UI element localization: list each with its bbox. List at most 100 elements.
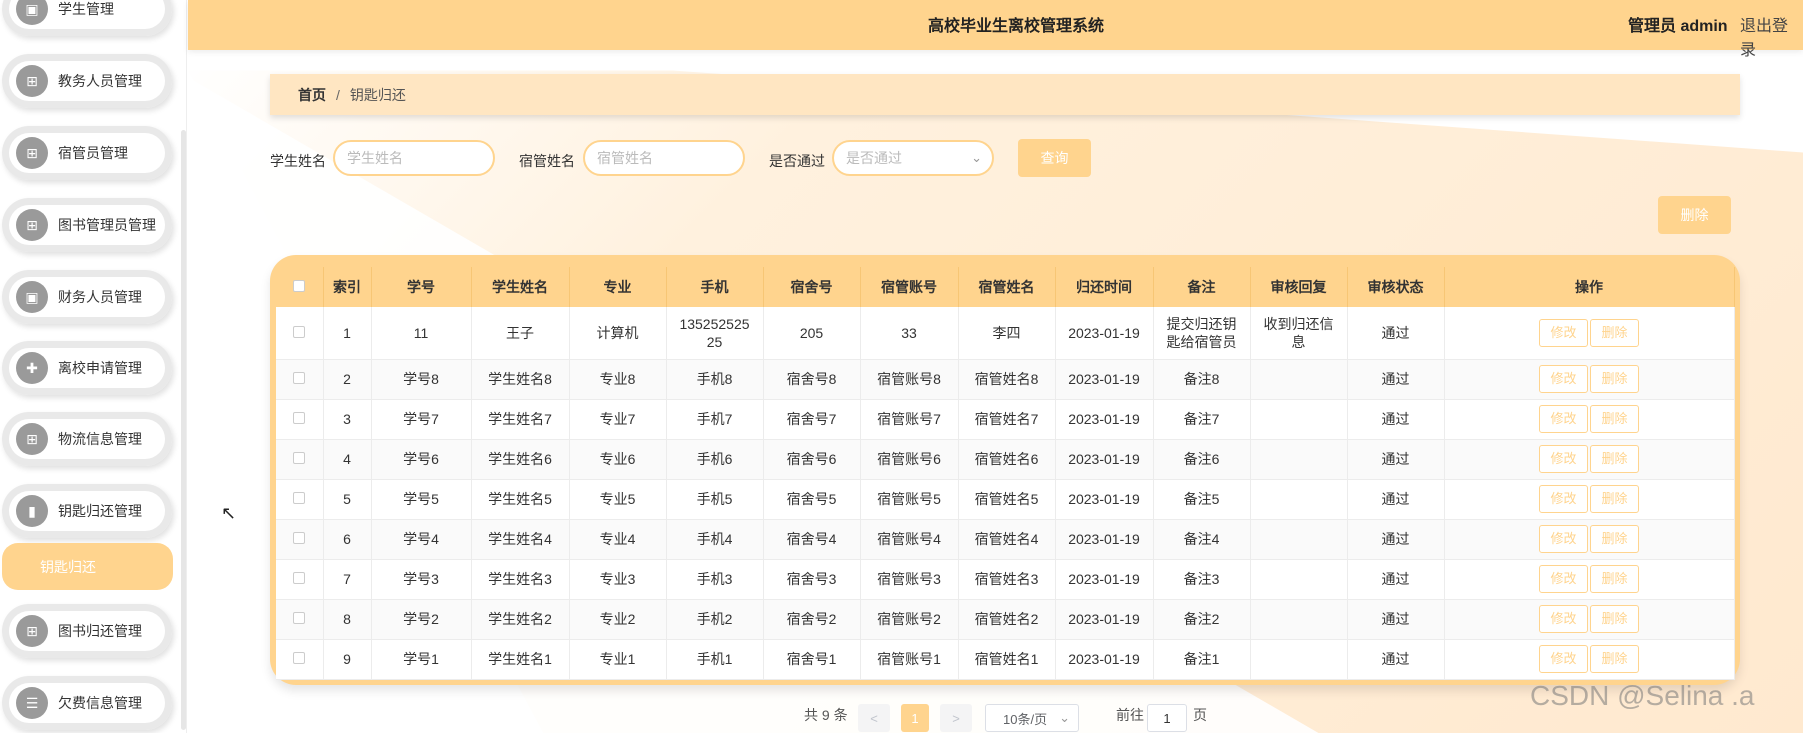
prev-page-button[interactable]: < bbox=[858, 704, 890, 732]
sidebar-item[interactable]: ⊞ 宿管员管理 bbox=[2, 126, 172, 180]
sidebar-item[interactable]: ✚ 离校申请管理 bbox=[2, 341, 172, 395]
row-checkbox[interactable] bbox=[293, 532, 306, 544]
student-name-label: 学生姓名 bbox=[270, 153, 326, 169]
table-cell: 宿管账号3 bbox=[860, 559, 959, 600]
sidebar-item[interactable]: ⊞ 教务人员管理 bbox=[2, 54, 172, 108]
delete-button[interactable]: 删除 bbox=[1590, 365, 1639, 393]
sidebar-item[interactable]: ⊞ 图书管理员管理 bbox=[2, 198, 172, 252]
delete-button[interactable]: 删除 bbox=[1590, 318, 1639, 347]
delete-button[interactable]: 删除 bbox=[1590, 645, 1639, 673]
sidebar-subitem-key-return[interactable]: 钥匙归还 bbox=[2, 543, 173, 590]
pass-status-input[interactable] bbox=[846, 150, 992, 166]
table-cell: 2023-01-19 bbox=[1055, 559, 1154, 600]
row-checkbox[interactable] bbox=[293, 325, 306, 338]
delete-button[interactable]: 删除 bbox=[1590, 525, 1639, 553]
table-cell: 提交归还钥 匙给宿管员 bbox=[1153, 307, 1251, 360]
column-header: 宿管账号 bbox=[860, 267, 959, 307]
table-cell: 2023-01-19 bbox=[1055, 439, 1154, 480]
table-cell: 通过 bbox=[1347, 559, 1445, 600]
edit-button[interactable]: 修改 bbox=[1539, 525, 1588, 553]
column-header: 专业 bbox=[569, 267, 667, 307]
select-all-header bbox=[276, 267, 324, 307]
breadcrumb: 首页 / 钥匙归还 bbox=[270, 74, 1740, 115]
table-cell: 宿舍号5 bbox=[763, 479, 861, 520]
page-1-button[interactable]: 1 bbox=[901, 704, 929, 732]
mouse-cursor-icon: ↖ bbox=[221, 503, 237, 523]
sidebar-item[interactable]: ⊞ 图书归还管理 bbox=[2, 604, 172, 658]
table-cell: 手机1 bbox=[666, 639, 764, 680]
sidebar-item-label: 图书归还管理 bbox=[58, 623, 142, 639]
table-cell: 专业3 bbox=[569, 559, 667, 600]
table-cell: 学生姓名7 bbox=[471, 399, 570, 440]
edit-button[interactable]: 修改 bbox=[1539, 405, 1588, 433]
table-cell: 宿舍号8 bbox=[763, 359, 861, 400]
delete-button[interactable]: 删除 bbox=[1590, 605, 1639, 633]
edit-button[interactable]: 修改 bbox=[1539, 365, 1588, 393]
sidebar-item[interactable]: ☰ 欠费信息管理 bbox=[2, 676, 172, 730]
sidebar-item[interactable]: ▣ 财务人员管理 bbox=[2, 270, 172, 324]
table-cell: 135252525 25 bbox=[666, 307, 764, 360]
logout-link[interactable]: 退出登录 bbox=[1740, 12, 1803, 60]
pass-status-select[interactable]: ⌄ bbox=[832, 140, 994, 176]
delete-button[interactable]: 删除 bbox=[1590, 485, 1639, 513]
table-cell: 专业1 bbox=[569, 639, 667, 680]
table-cell: 手机2 bbox=[666, 599, 764, 640]
table-cell: 8 bbox=[323, 599, 372, 640]
student-name-input[interactable] bbox=[347, 150, 493, 166]
table-cell: 7 bbox=[323, 559, 372, 600]
select-all-checkbox[interactable] bbox=[293, 280, 306, 292]
row-checkbox[interactable] bbox=[293, 492, 306, 504]
batch-delete-button[interactable]: 删除 bbox=[1658, 196, 1731, 234]
sidebar-item-label: 教务人员管理 bbox=[58, 73, 142, 89]
dorm-manager-name-input[interactable] bbox=[597, 150, 743, 166]
query-button[interactable]: 查询 bbox=[1018, 139, 1091, 177]
table-cell: 学号5 bbox=[371, 479, 472, 520]
row-select-cell bbox=[276, 479, 324, 520]
row-checkbox[interactable] bbox=[293, 572, 306, 584]
table-cell: 宿管姓名6 bbox=[958, 439, 1056, 480]
row-checkbox[interactable] bbox=[293, 652, 306, 664]
page-size-select[interactable]: 10条/页 ⌄ bbox=[985, 704, 1079, 732]
table-cell: 备注2 bbox=[1153, 599, 1251, 640]
table-cell bbox=[1250, 639, 1348, 680]
sidebar-scrollbar[interactable] bbox=[181, 130, 186, 730]
delete-button[interactable]: 删除 bbox=[1590, 405, 1639, 433]
student-name-field[interactable] bbox=[333, 140, 495, 176]
row-select-cell bbox=[276, 307, 324, 360]
table-cell: 2 bbox=[323, 359, 372, 400]
breadcrumb-current: 钥匙归还 bbox=[349, 86, 406, 103]
dorm-manager-name-field[interactable] bbox=[583, 140, 745, 176]
table-cell: 205 bbox=[763, 307, 861, 360]
sidebar-item[interactable]: ▮ 钥匙归还管理 bbox=[2, 484, 172, 538]
edit-button[interactable]: 修改 bbox=[1539, 445, 1588, 473]
edit-button[interactable]: 修改 bbox=[1539, 485, 1588, 513]
table-cell: 手机5 bbox=[666, 479, 764, 520]
sidebar-item-label: 财务人员管理 bbox=[58, 289, 142, 305]
row-checkbox[interactable] bbox=[293, 412, 306, 424]
top-header: 高校毕业生离校管理系统 管理员 admin 退出登录 bbox=[188, 0, 1803, 59]
sidebar-item[interactable]: ▣ 学生管理 bbox=[2, 0, 172, 36]
row-checkbox[interactable] bbox=[293, 612, 306, 624]
edit-button[interactable]: 修改 bbox=[1539, 605, 1588, 633]
table-cell: 宿管姓名7 bbox=[958, 399, 1056, 440]
row-checkbox[interactable] bbox=[293, 372, 306, 384]
clipboard-icon: ▣ bbox=[16, 281, 48, 313]
table-cell: 2023-01-19 bbox=[1055, 359, 1154, 400]
row-checkbox[interactable] bbox=[293, 452, 306, 464]
delete-button[interactable]: 删除 bbox=[1590, 445, 1639, 473]
table-cell: 学号4 bbox=[371, 519, 472, 560]
edit-button[interactable]: 修改 bbox=[1539, 318, 1588, 347]
edit-button[interactable]: 修改 bbox=[1539, 565, 1588, 593]
edit-button[interactable]: 修改 bbox=[1539, 645, 1588, 673]
table-cell: 宿管姓名3 bbox=[958, 559, 1056, 600]
row-actions: 修改 删除 bbox=[1444, 399, 1735, 440]
next-page-button[interactable]: > bbox=[940, 704, 972, 732]
breadcrumb-home[interactable]: 首页 bbox=[298, 85, 326, 105]
goto-page-input[interactable]: 1 bbox=[1147, 704, 1187, 732]
delete-button[interactable]: 删除 bbox=[1590, 565, 1639, 593]
column-header: 宿管姓名 bbox=[958, 267, 1056, 307]
sidebar-item[interactable]: ⊞ 物流信息管理 bbox=[2, 412, 172, 466]
table-cell: 33 bbox=[860, 307, 959, 360]
row-select-cell bbox=[276, 359, 324, 400]
table-cell: 3 bbox=[323, 399, 372, 440]
